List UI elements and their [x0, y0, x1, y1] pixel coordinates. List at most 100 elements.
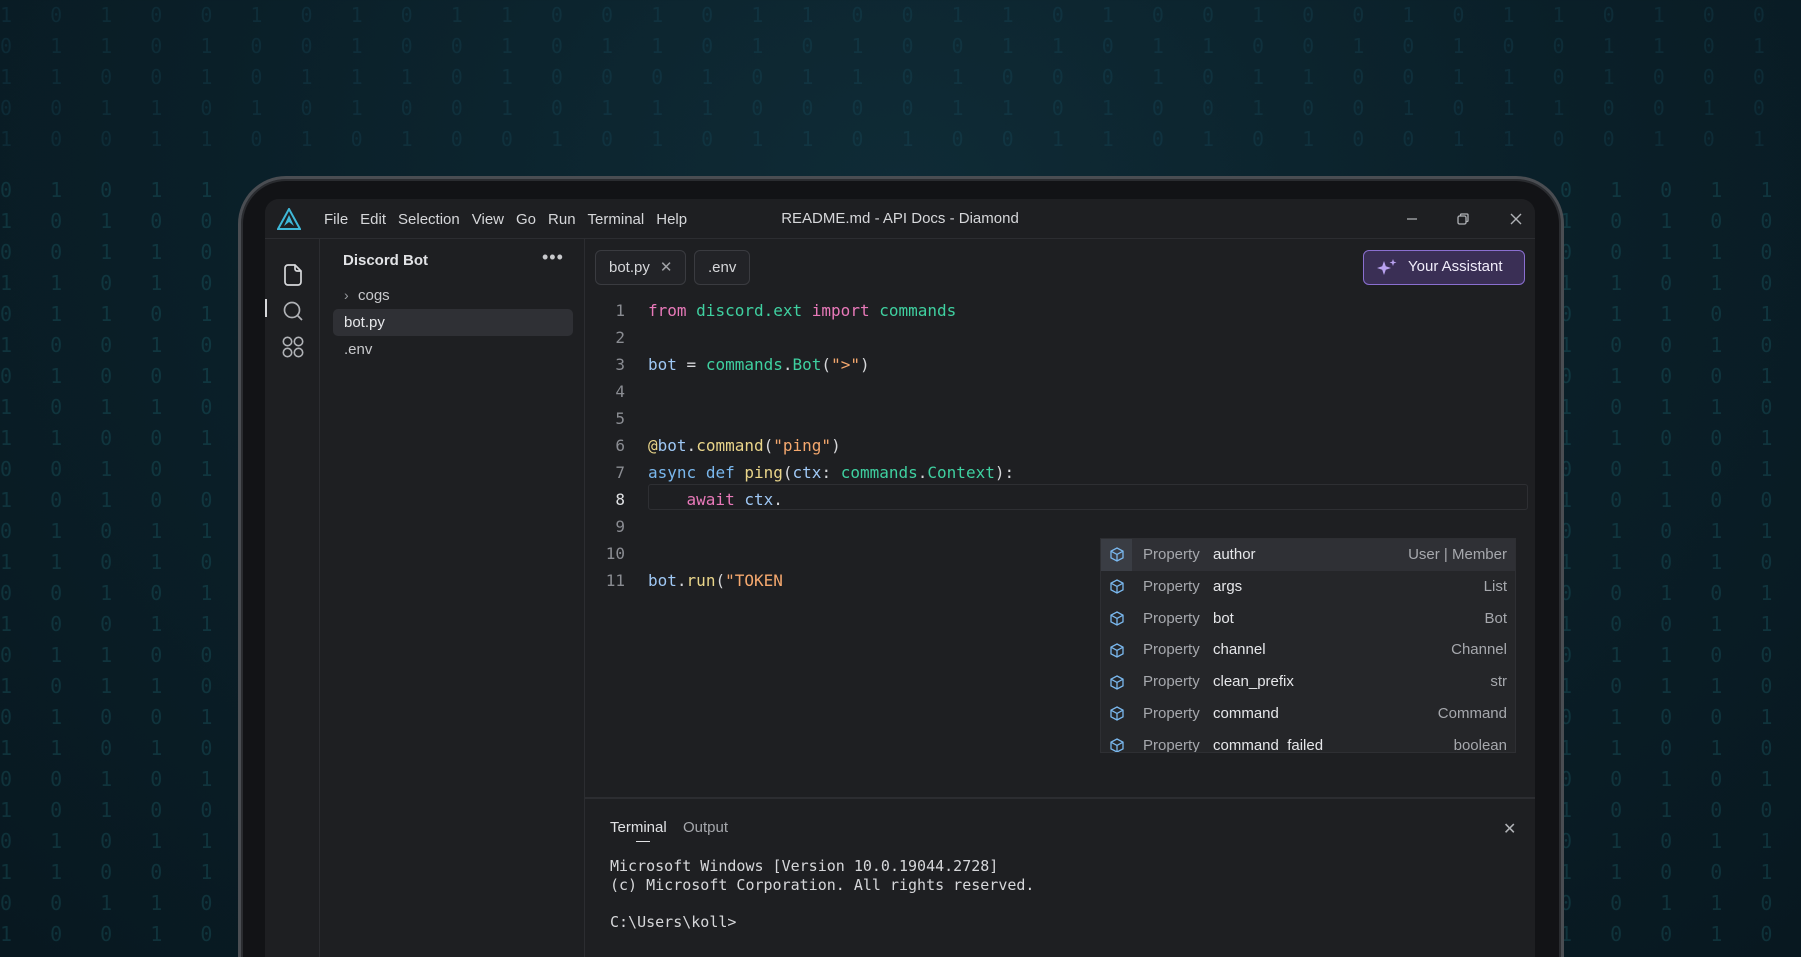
line-number: 1 [615, 301, 625, 320]
menu-go[interactable]: Go [511, 211, 543, 228]
menu-view[interactable]: View [467, 211, 511, 228]
autocomplete-popup: Property author User | Member Property args L… [1100, 538, 1516, 753]
files-icon[interactable] [280, 262, 306, 288]
menu-bar: File Edit Selection View Go Run Terminal… [319, 199, 694, 239]
assistant-button[interactable]: Your Assistant [1363, 250, 1525, 285]
suggestion-item[interactable]: Property command_failed boolean [1101, 730, 1515, 753]
suggestion-kind: Property [1143, 641, 1200, 659]
suggestion-name: channel [1213, 641, 1266, 659]
code-line[interactable]: 1 from discord.ext import commands [585, 297, 1535, 324]
tab-env[interactable]: .env [694, 250, 751, 285]
tree-item-cogs[interactable]: › cogs [333, 282, 573, 309]
suggestion-type: List [1483, 577, 1507, 595]
code-line[interactable]: 5 [585, 405, 1535, 432]
suggestion-name: clean_prefix [1213, 673, 1294, 691]
menu-selection[interactable]: Selection [393, 211, 467, 228]
extensions-icon[interactable] [280, 334, 306, 360]
code-token: ( [782, 463, 793, 482]
code-line[interactable]: 7 async def ping(ctx: commands.Context): [585, 459, 1535, 486]
code-token: "TOKEN [725, 571, 783, 590]
terminal-output[interactable]: Microsoft Windows [Version 10.0.19044.27… [610, 857, 1034, 931]
property-icon [1101, 571, 1132, 603]
suggestion-kind: Property [1143, 673, 1200, 691]
menu-terminal[interactable]: Terminal [583, 211, 652, 228]
more-actions-button[interactable]: ••• [542, 247, 564, 268]
code-line[interactable]: 9 [585, 513, 1535, 540]
suggestion-type: Bot [1484, 609, 1507, 627]
property-icon [1101, 634, 1132, 666]
menu-edit[interactable]: Edit [355, 211, 393, 228]
suggestion-item[interactable]: Property bot Bot [1101, 603, 1515, 635]
code-token: = [676, 355, 706, 374]
suggestion-type: User | Member [1408, 546, 1507, 563]
explorer-sidebar: Discord Bot ••• › cogs bot.py .env [320, 239, 585, 957]
chevron-right-icon: › [344, 287, 349, 303]
line-number: 7 [615, 463, 625, 482]
property-icon [1101, 603, 1132, 635]
code-token: ping [744, 463, 783, 482]
menu-file[interactable]: File [319, 211, 355, 228]
suggestion-name: bot [1213, 609, 1234, 627]
tab-output[interactable]: Output [683, 819, 728, 836]
line-number: 6 [615, 436, 625, 455]
restore-button[interactable] [1448, 207, 1478, 231]
suggestion-item[interactable]: Property args List [1101, 571, 1515, 603]
code-token: ctx [744, 490, 774, 509]
code-token: ): [994, 463, 1015, 482]
menu-run[interactable]: Run [543, 211, 583, 228]
minimize-button[interactable] [1397, 207, 1427, 231]
line-number: 4 [615, 382, 625, 401]
code-token: def [705, 463, 735, 482]
code-token: commands [705, 355, 783, 374]
tree-item-label: bot.py [344, 314, 385, 331]
suggestion-item[interactable]: Property command Command [1101, 698, 1515, 730]
code-token: bot [648, 571, 677, 590]
code-line[interactable]: 2 [585, 324, 1535, 351]
suggestion-kind: Property [1143, 546, 1200, 563]
activity-bar [265, 239, 320, 957]
close-button[interactable] [1501, 207, 1531, 231]
line-number: 5 [615, 409, 625, 428]
code-line[interactable]: 6 @bot.command("ping") [585, 432, 1535, 459]
code-text: async def ping(ctx: commands.Context): [648, 459, 1014, 486]
search-icon[interactable] [280, 298, 306, 324]
suggestion-kind: Property [1143, 577, 1200, 595]
suggestion-item[interactable]: Property clean_prefix str [1101, 666, 1515, 698]
tab-terminal[interactable]: Terminal [610, 819, 667, 842]
line-number: 10 [605, 544, 625, 563]
code-token: bot [648, 355, 677, 374]
code-token: ( [821, 355, 832, 374]
property-icon [1101, 730, 1132, 752]
tree-item-env[interactable]: .env [333, 336, 573, 363]
project-title: Discord Bot [343, 252, 429, 269]
property-icon [1101, 539, 1132, 571]
minimize-icon [1407, 218, 1417, 220]
terminal-close-icon[interactable]: ✕ [1503, 819, 1516, 839]
code-token: . [686, 436, 697, 455]
code-text: await ctx. [648, 486, 783, 513]
menu-help[interactable]: Help [651, 211, 694, 228]
tab-label: .env [708, 259, 737, 276]
suggestion-name: command_failed [1213, 736, 1324, 753]
code-token: ctx [792, 463, 822, 482]
code-token: commands [879, 301, 957, 320]
suggestion-item[interactable]: Property author User | Member [1101, 539, 1515, 571]
suggestion-item[interactable]: Property channel Channel [1101, 634, 1515, 666]
code-token: @ [648, 436, 658, 455]
code-token: run [686, 571, 716, 590]
tab-close-icon[interactable]: ✕ [660, 259, 673, 276]
code-line[interactable]: 8 await ctx. [585, 486, 1535, 513]
tab-bot-py[interactable]: bot.py ✕ [595, 250, 687, 285]
code-line[interactable]: 3 bot = commands.Bot(">") [585, 351, 1535, 378]
code-line[interactable]: 4 [585, 378, 1535, 405]
binary-background-top: 1 0 1 0 0 1 0 1 0 1 1 0 0 1 0 1 1 0 0 1 … [0, 3, 1778, 151]
property-icon [1101, 666, 1132, 698]
tree-item-bot-py[interactable]: bot.py [333, 309, 573, 336]
code-token: async [648, 463, 697, 482]
code-token: bot [657, 436, 687, 455]
